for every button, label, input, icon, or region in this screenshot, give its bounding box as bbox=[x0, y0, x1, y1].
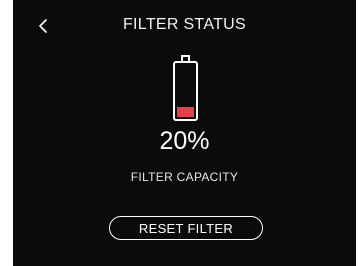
battery-body bbox=[173, 61, 198, 121]
filter-status-screen: FILTER STATUS 20% FILTER CAPACITY RESET … bbox=[13, 0, 356, 266]
reset-filter-button[interactable]: RESET FILTER bbox=[109, 216, 263, 240]
battery-icon bbox=[173, 55, 199, 121]
filter-level-fill bbox=[177, 106, 194, 117]
filter-percent: 20% bbox=[159, 127, 210, 155]
page-title: FILTER STATUS bbox=[122, 16, 247, 33]
filter-capacity-label: FILTER CAPACITY bbox=[130, 170, 239, 184]
